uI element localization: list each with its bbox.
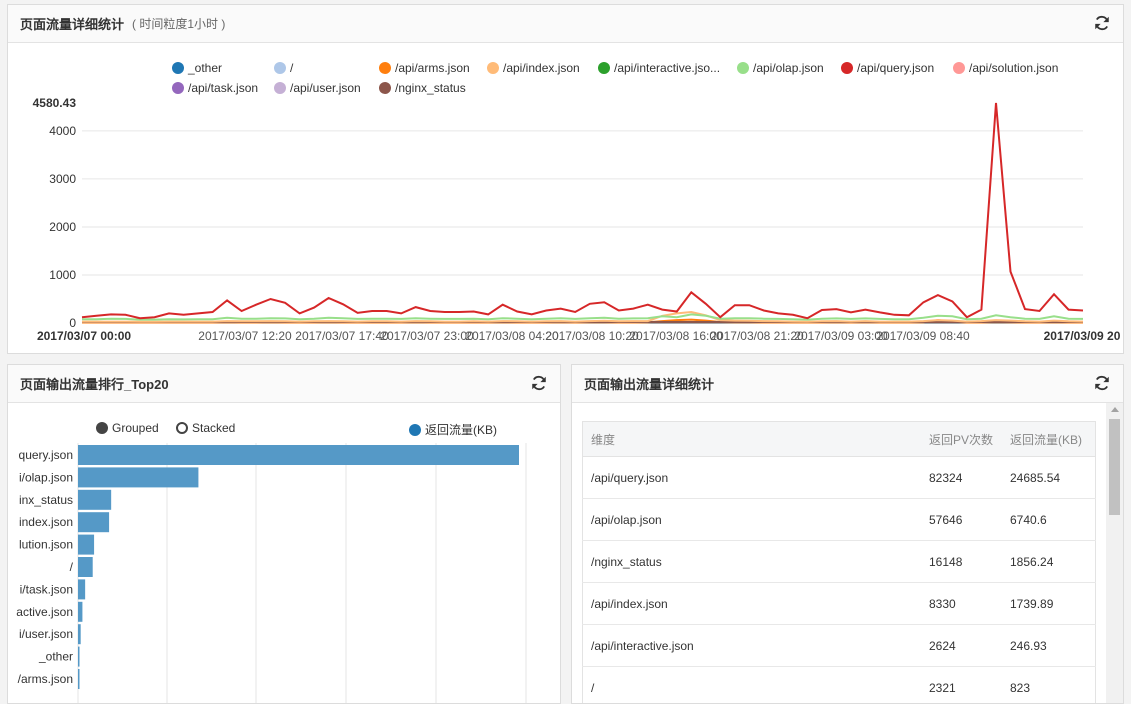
cell-pv: 82324 xyxy=(921,456,1002,499)
series-label: 返回流量(KB) xyxy=(425,423,498,437)
panel-title: 页面输出流量详细统计 xyxy=(584,377,715,392)
table-container: 维度 返回PV次数 返回流量(KB) /api/query.json 82324 2… xyxy=(572,403,1106,703)
cell-pv: 57646 xyxy=(921,498,1002,541)
column-header-dimension[interactable]: 维度 xyxy=(582,421,921,457)
bar[interactable] xyxy=(78,624,81,645)
bar-category-label: i/task.json xyxy=(20,582,73,596)
panel-title: 页面流量详细统计 xyxy=(20,17,125,32)
refresh-icon[interactable] xyxy=(530,374,548,392)
cell-dimension: /nginx_status xyxy=(582,540,921,583)
x-tick-label: 2017/03/09 20 xyxy=(1044,329,1121,343)
y-max-label: 4580.43 xyxy=(33,96,77,110)
bar-chart: query.json i/olap.json inx_status index.jso… xyxy=(16,443,527,703)
bar-category-label: i/olap.json xyxy=(19,470,73,484)
bar-category-label: lution.json xyxy=(19,538,73,552)
cell-dimension: / xyxy=(582,666,921,703)
cell-pv: 2321 xyxy=(921,666,1002,703)
bar-category-label: index.json xyxy=(19,515,73,529)
bar[interactable] xyxy=(78,669,80,689)
x-tick-label: 2017/03/07 12:20 xyxy=(198,329,292,343)
radio-filled-icon xyxy=(96,422,108,434)
table-row[interactable]: /api/index.json 8330 1739.89 xyxy=(582,582,1096,625)
cell-dimension: /api/olap.json xyxy=(582,498,921,541)
cell-pv: 16148 xyxy=(921,540,1002,583)
bar-category-label: / xyxy=(70,560,74,574)
scrollbar-thumb[interactable] xyxy=(1109,419,1120,515)
cell-traffic: 1856.24 xyxy=(1002,540,1096,583)
y-tick-label: 1000 xyxy=(49,268,76,282)
bar[interactable] xyxy=(78,445,519,465)
y-tick-label: 2000 xyxy=(49,220,76,234)
x-tick-label: 2017/03/08 16:00 xyxy=(629,329,723,343)
panel-subtitle: ( 时间粒度1小时 ) xyxy=(132,17,226,31)
series-line[interactable] xyxy=(82,313,1084,321)
traffic-table-panel: 页面输出流量详细统计 维度 返回PV次数 返回流量(KB) /api/query… xyxy=(571,364,1124,704)
legend-dot-icon xyxy=(409,423,421,436)
series-legend[interactable]: 返回流量(KB) xyxy=(409,421,497,438)
panel-header: 页面流量详细统计 ( 时间粒度1小时 ) xyxy=(8,5,1123,43)
cell-traffic: 246.93 xyxy=(1002,624,1096,667)
panel-title: 页面输出流量排行_Top20 xyxy=(20,377,169,392)
line-chart: 0 1000 2000 3000 4000 4580.43 2017/03/07 00:00… xyxy=(33,96,1121,343)
bar-category-label: active.json xyxy=(16,605,73,619)
bar[interactable] xyxy=(78,557,93,577)
bar[interactable] xyxy=(78,489,112,510)
bar[interactable] xyxy=(78,579,86,600)
y-tick-label: 4000 xyxy=(49,124,76,138)
x-tick-label: 2017/03/08 10:20 xyxy=(545,329,639,343)
bar[interactable] xyxy=(78,534,95,555)
column-header-pv[interactable]: 返回PV次数 xyxy=(921,421,1002,457)
x-tick-label: 2017/03/07 00:00 xyxy=(37,329,131,343)
y-tick-label: 0 xyxy=(69,316,76,330)
bar-category-label: inx_status xyxy=(19,493,73,507)
y-tick-label: 3000 xyxy=(49,172,76,186)
series-line[interactable] xyxy=(81,102,1084,320)
grouped-toggle[interactable]: Grouped xyxy=(96,421,159,435)
bar-category-label: /arms.json xyxy=(18,672,73,686)
table-header-row: 维度 返回PV次数 返回流量(KB) xyxy=(582,421,1096,457)
bar[interactable] xyxy=(78,646,80,667)
scroll-up-icon[interactable] xyxy=(1111,407,1119,412)
panel-header: 页面输出流量排行_Top20 xyxy=(8,365,560,403)
column-header-traffic[interactable]: 返回流量(KB) xyxy=(1002,421,1096,457)
bar-category-label: i/user.json xyxy=(19,627,73,641)
cell-dimension: /api/query.json xyxy=(582,456,921,499)
top20-panel: 页面输出流量排行_Top20 Grouped Stacked 返回流量(KB) … xyxy=(7,364,561,704)
bar[interactable] xyxy=(78,512,110,533)
stacked-toggle[interactable]: Stacked xyxy=(176,421,235,435)
bar[interactable] xyxy=(78,467,199,488)
x-tick-label: 2017/03/07 23:00 xyxy=(380,329,474,343)
cell-pv: 8330 xyxy=(921,582,1002,625)
table-row[interactable]: /api/olap.json 57646 6740.6 xyxy=(582,498,1096,541)
bar-category-label: _other xyxy=(38,650,73,664)
cell-pv: 2624 xyxy=(921,624,1002,667)
x-tick-label: 2017/03/08 21:20 xyxy=(710,329,804,343)
data-table: 维度 返回PV次数 返回流量(KB) /api/query.json 82324 2… xyxy=(582,421,1096,703)
grouped-label: Grouped xyxy=(112,421,159,435)
vertical-scrollbar[interactable] xyxy=(1106,403,1123,703)
table-row[interactable]: /api/query.json 82324 24685.54 xyxy=(582,456,1096,499)
table-row[interactable]: /nginx_status 16148 1856.24 xyxy=(582,540,1096,583)
cell-dimension: /api/interactive.json xyxy=(582,624,921,667)
bar[interactable] xyxy=(78,601,83,622)
refresh-icon[interactable] xyxy=(1093,14,1111,32)
traffic-detail-panel: 页面流量详细统计 ( 时间粒度1小时 ) _other //api/arms.js… xyxy=(7,4,1124,354)
cell-traffic: 6740.6 xyxy=(1002,498,1096,541)
table-row[interactable]: /api/interactive.json 2624 246.93 xyxy=(582,624,1096,667)
cell-dimension: /api/index.json xyxy=(582,582,921,625)
cell-traffic: 1739.89 xyxy=(1002,582,1096,625)
bar-category-label: query.json xyxy=(19,448,73,462)
cell-traffic: 823 xyxy=(1002,666,1096,703)
x-tick-label: 2017/03/07 17:40 xyxy=(295,329,389,343)
refresh-icon[interactable] xyxy=(1093,374,1111,392)
x-tick-label: 2017/03/09 03:00 xyxy=(794,329,888,343)
x-tick-label: 2017/03/09 08:40 xyxy=(876,329,970,343)
stacked-label: Stacked xyxy=(192,421,236,435)
panel-header: 页面输出流量详细统计 xyxy=(572,365,1123,403)
cell-traffic: 24685.54 xyxy=(1002,456,1096,499)
table-row[interactable]: /2321 823 xyxy=(582,666,1096,703)
radio-empty-icon xyxy=(176,422,188,434)
